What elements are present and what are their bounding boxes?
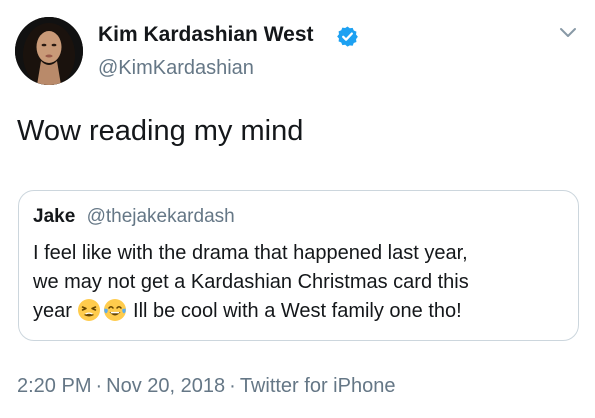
face-with-tears-of-joy-emoji-icon <box>104 299 127 321</box>
tweet-meta: 2:20 PM · Nov 20, 2018 · Twitter for iPhone <box>17 373 395 399</box>
meta-separator: · <box>95 375 103 397</box>
quoted-text-line: year Ill be cool with a West family one … <box>33 297 568 326</box>
quoted-text-line: I feel like with the drama that happened… <box>33 242 468 264</box>
quoted-text-fragment: Ill be cool with a West family one tho! <box>133 300 462 322</box>
meta-separator: · <box>229 375 236 397</box>
tweet-date[interactable]: Nov 20, 2018 <box>106 375 225 397</box>
quoted-text-fragment: year <box>33 300 72 322</box>
quoted-tweet-header: Jake @thejakekardash <box>33 205 235 229</box>
verified-badge-icon <box>337 26 358 47</box>
tweet-card: Kim Kardashian West @KimKardashian Wow r… <box>0 0 595 418</box>
tweet-source[interactable]: Twitter for iPhone <box>240 375 396 397</box>
tweet-time[interactable]: 2:20 PM <box>17 375 91 397</box>
quoted-text-line: we may not get a Kardashian Christmas ca… <box>33 271 469 293</box>
quoted-author-name: Jake <box>33 206 76 227</box>
quoted-tweet-text: I feel like with the drama that happened… <box>33 239 568 326</box>
quoted-tweet[interactable]: Jake @thejakekardash I feel like with th… <box>18 190 579 341</box>
tweet-text: Wow reading my mind <box>17 115 304 147</box>
chevron-down-icon[interactable] <box>559 27 577 39</box>
quoted-author-handle: @thejakekardash <box>86 206 235 227</box>
author-handle[interactable]: @KimKardashian <box>98 55 254 81</box>
tired-face-emoji-icon <box>78 299 101 321</box>
author-name[interactable]: Kim Kardashian West <box>98 22 314 48</box>
avatar[interactable] <box>15 17 83 85</box>
